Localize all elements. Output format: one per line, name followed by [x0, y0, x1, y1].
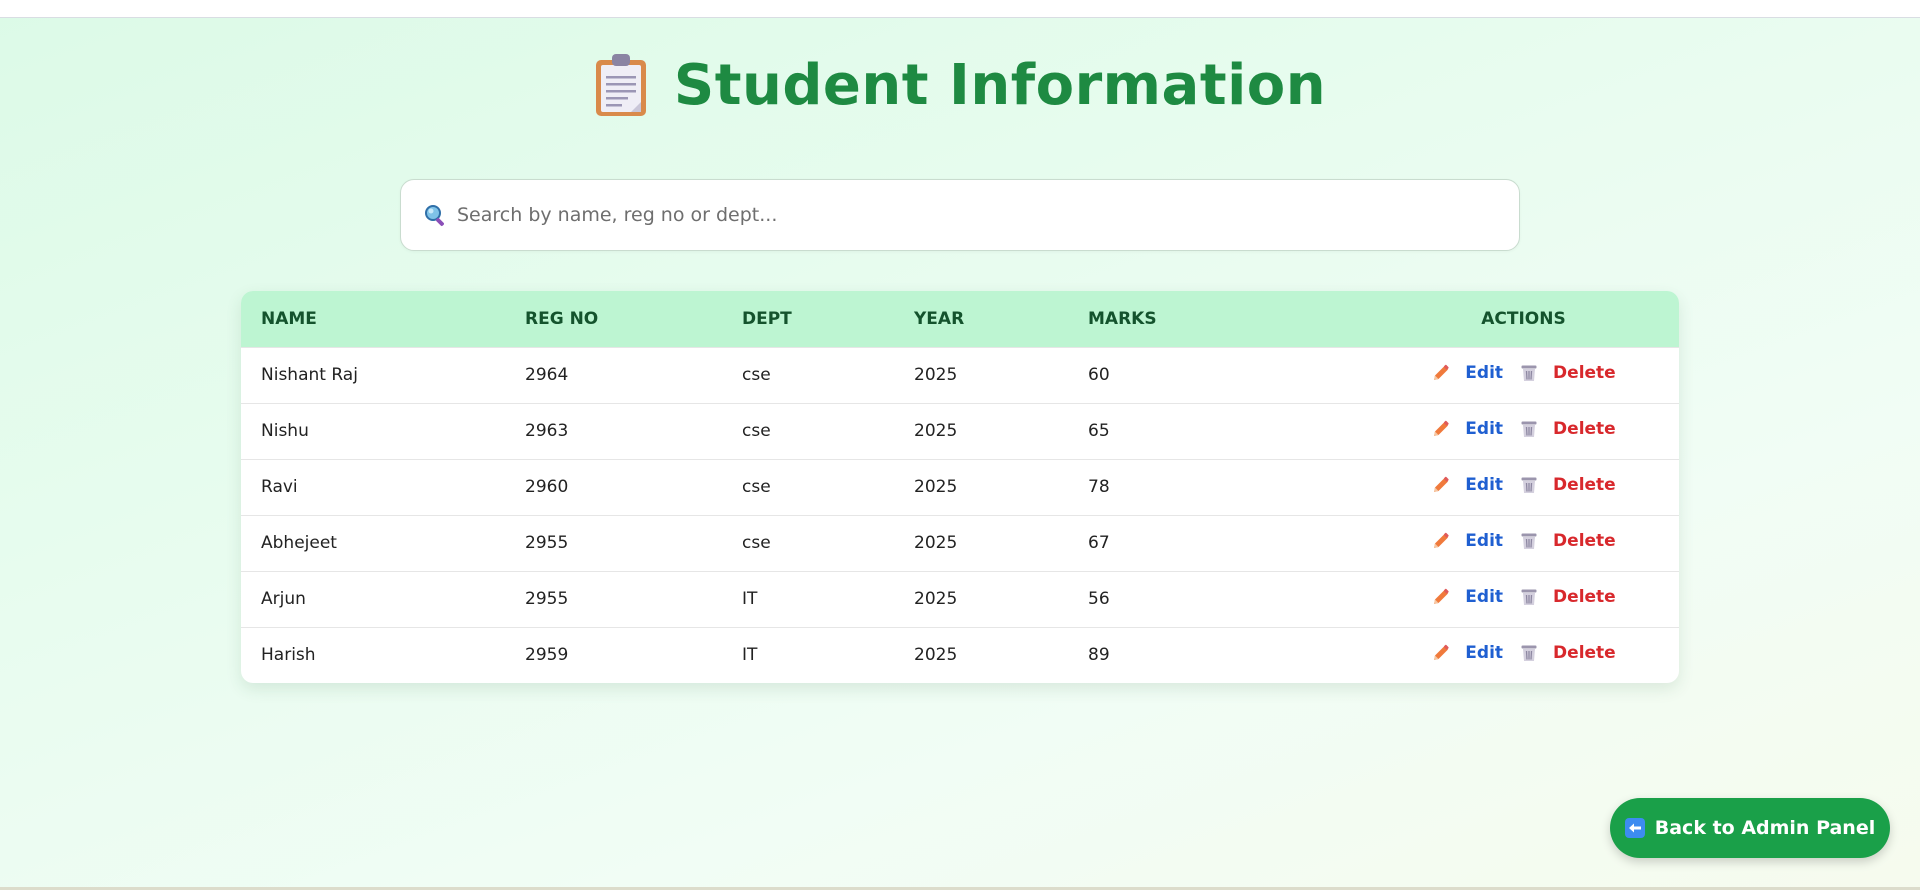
column-header-dept[interactable]: DEPT [722, 291, 894, 347]
search-bar[interactable] [400, 179, 1520, 251]
edit-button[interactable]: Edit [1431, 363, 1503, 383]
column-header-actions: ACTIONS [1368, 291, 1679, 347]
delete-label: Delete [1553, 586, 1616, 607]
cell-marks: 78 [1068, 458, 1368, 515]
cell-reg-no: 2960 [505, 458, 722, 515]
edit-button[interactable]: Edit [1431, 643, 1503, 663]
cell-reg-no: 2963 [505, 402, 722, 459]
browser-toolbar-edge [0, 0, 1920, 18]
cell-marks: 56 [1068, 570, 1368, 627]
cell-actions: Edit Delete [1368, 514, 1679, 571]
cell-marks: 89 [1068, 626, 1368, 683]
cell-reg-no: 2964 [505, 346, 722, 403]
cell-actions: Edit Delete [1368, 570, 1679, 627]
cell-name: Arjun [241, 570, 505, 627]
left-arrow-icon [1624, 818, 1645, 838]
delete-label: Delete [1553, 362, 1616, 383]
delete-label: Delete [1553, 418, 1616, 439]
page-header: Student Information [0, 52, 1920, 118]
column-header-marks[interactable]: MARKS [1068, 291, 1368, 347]
clipboard-icon [595, 54, 646, 116]
delete-button[interactable]: Delete [1519, 419, 1616, 439]
delete-button[interactable]: Delete [1519, 363, 1616, 383]
column-header-year[interactable]: YEAR [894, 291, 1068, 347]
cell-dept: IT [722, 626, 894, 683]
cell-name: Abhejeet [241, 514, 505, 571]
pencil-icon [1431, 587, 1458, 607]
cell-year: 2025 [894, 626, 1068, 683]
cell-marks: 60 [1068, 346, 1368, 403]
cell-name: Nishant Raj [241, 346, 505, 403]
table-row: Nishant Raj 2964 cse 2025 60 Edit Delete [241, 346, 1679, 403]
table-row: Arjun 2955 IT 2025 56 Edit Delete [241, 570, 1679, 627]
pencil-icon [1431, 419, 1458, 439]
cell-actions: Edit Delete [1368, 346, 1679, 403]
trash-icon [1519, 419, 1546, 439]
cell-dept: cse [722, 514, 894, 571]
pencil-icon [1431, 363, 1458, 383]
search-input[interactable] [457, 204, 1497, 226]
magnifier-icon [425, 205, 444, 226]
trash-icon [1519, 475, 1546, 495]
edit-label: Edit [1465, 530, 1504, 551]
cell-year: 2025 [894, 402, 1068, 459]
delete-button[interactable]: Delete [1519, 643, 1616, 663]
cell-actions: Edit Delete [1368, 402, 1679, 459]
delete-label: Delete [1553, 642, 1616, 663]
cell-year: 2025 [894, 346, 1068, 403]
cell-actions: Edit Delete [1368, 458, 1679, 515]
cell-reg-no: 2955 [505, 570, 722, 627]
delete-button[interactable]: Delete [1519, 531, 1616, 551]
trash-icon [1519, 643, 1546, 663]
cell-name: Ravi [241, 458, 505, 515]
edit-button[interactable]: Edit [1431, 587, 1503, 607]
cell-dept: cse [722, 346, 894, 403]
delete-label: Delete [1553, 530, 1616, 551]
edit-button[interactable]: Edit [1431, 531, 1503, 551]
table-row: Ravi 2960 cse 2025 78 Edit Delete [241, 458, 1679, 515]
back-button-label: Back to Admin Panel [1654, 817, 1876, 839]
cell-year: 2025 [894, 570, 1068, 627]
cell-reg-no: 2955 [505, 514, 722, 571]
column-header-reg-no[interactable]: REG NO [505, 291, 722, 347]
cell-reg-no: 2959 [505, 626, 722, 683]
table-body: Nishant Raj 2964 cse 2025 60 Edit Delete Nishu 2… [241, 346, 1679, 683]
pencil-icon [1431, 531, 1458, 551]
cell-dept: cse [722, 458, 894, 515]
table-row: Harish 2959 IT 2025 89 Edit Delete [241, 626, 1679, 683]
table-row: Abhejeet 2955 cse 2025 67 Edit Delete [241, 514, 1679, 571]
edit-label: Edit [1465, 418, 1504, 439]
edit-label: Edit [1465, 362, 1504, 383]
cell-dept: cse [722, 402, 894, 459]
cell-name: Harish [241, 626, 505, 683]
page-title: Student Information [673, 52, 1327, 118]
back-to-admin-button[interactable]: Back to Admin Panel [1610, 798, 1890, 858]
cell-marks: 65 [1068, 402, 1368, 459]
edit-label: Edit [1465, 474, 1504, 495]
cell-year: 2025 [894, 514, 1068, 571]
delete-label: Delete [1553, 474, 1616, 495]
cell-marks: 67 [1068, 514, 1368, 571]
edit-button[interactable]: Edit [1431, 419, 1503, 439]
cell-actions: Edit Delete [1368, 626, 1679, 683]
column-header-name[interactable]: NAME [241, 291, 505, 347]
cell-dept: IT [722, 570, 894, 627]
edit-label: Edit [1465, 586, 1504, 607]
table-row: Nishu 2963 cse 2025 65 Edit Delete [241, 402, 1679, 459]
edit-label: Edit [1465, 642, 1504, 663]
student-table: NAME REG NO DEPT YEAR MARKS ACTIONS Nish… [241, 291, 1679, 683]
delete-button[interactable]: Delete [1519, 475, 1616, 495]
edit-button[interactable]: Edit [1431, 475, 1503, 495]
trash-icon [1519, 531, 1546, 551]
cell-name: Nishu [241, 402, 505, 459]
student-table-card: NAME REG NO DEPT YEAR MARKS ACTIONS Nish… [241, 291, 1679, 683]
pencil-icon [1431, 475, 1458, 495]
trash-icon [1519, 587, 1546, 607]
pencil-icon [1431, 643, 1458, 663]
trash-icon [1519, 363, 1546, 383]
delete-button[interactable]: Delete [1519, 587, 1616, 607]
cell-year: 2025 [894, 458, 1068, 515]
table-header-row: NAME REG NO DEPT YEAR MARKS ACTIONS [241, 291, 1679, 347]
